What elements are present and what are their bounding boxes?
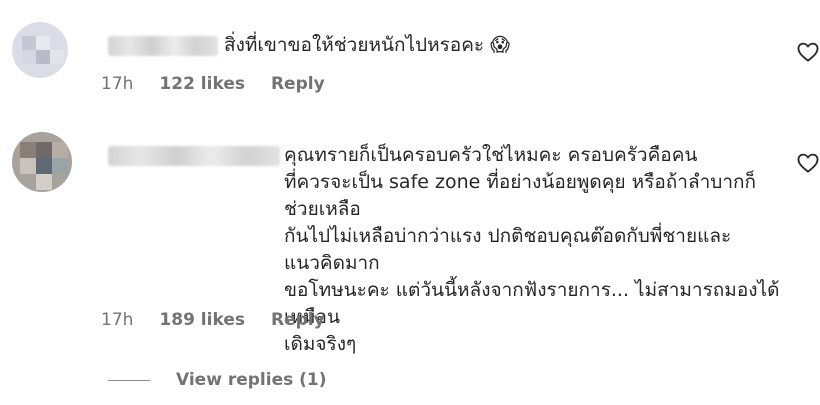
likes-count[interactable]: 189 likes [159,310,245,330]
view-replies-label[interactable]: View replies (1) [176,370,327,390]
reply-button[interactable]: Reply [271,310,325,330]
avatar[interactable] [12,22,68,78]
heart-outline-icon[interactable] [797,153,819,173]
username-blurred[interactable] [108,146,280,166]
heart-outline-icon[interactable] [797,42,819,62]
divider-line [108,379,150,381]
timestamp: 17h [101,310,134,330]
username-blurred[interactable] [108,36,218,56]
comment-meta: 17h 189 likes Reply [101,310,325,330]
view-replies-button[interactable]: View replies (1) [108,370,327,390]
comment-text: สิ่งที่เขาขอให้ช่วยหนักไปหรอคะ 😱 [224,34,510,56]
comment-meta: 17h 122 likes Reply [101,74,325,94]
likes-count[interactable]: 122 likes [159,74,245,94]
reply-button[interactable]: Reply [271,74,325,94]
comment-text: คุณทรายก็เป็นครอบครัวใช่ไหมคะ ครอบครัวคื… [284,144,780,355]
timestamp: 17h [101,74,134,94]
avatar[interactable] [12,132,72,192]
